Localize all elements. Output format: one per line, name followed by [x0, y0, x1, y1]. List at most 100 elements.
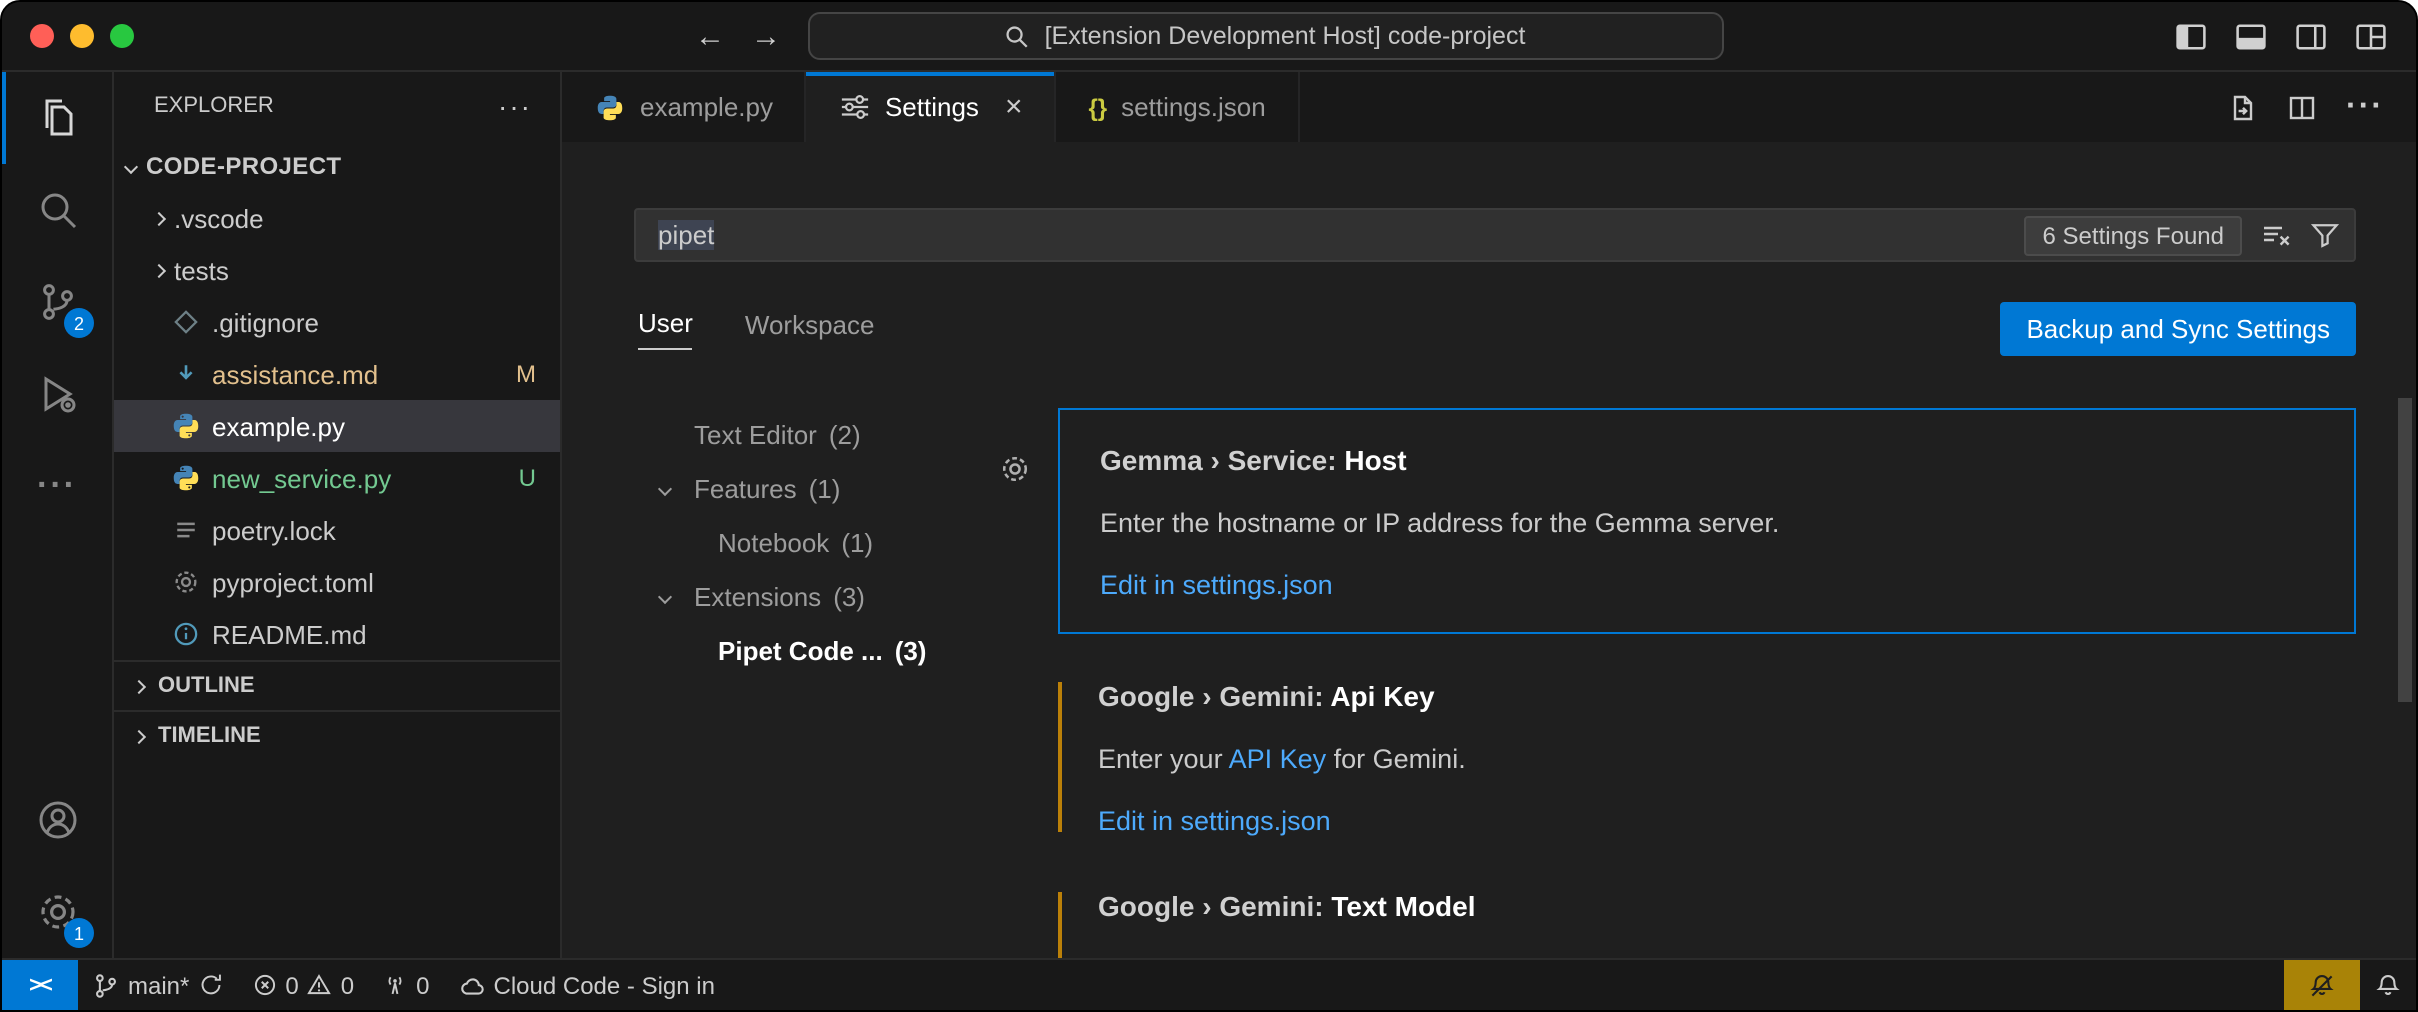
lock-file-icon: [170, 514, 202, 546]
setting-gear-icon[interactable]: [998, 452, 1032, 496]
customize-layout-icon[interactable]: [2354, 19, 2388, 53]
toggle-panel-icon[interactable]: [2234, 19, 2268, 53]
go-back-button[interactable]: ←: [695, 21, 725, 51]
toc-notebook[interactable]: Notebook (1): [642, 516, 1026, 570]
cloud-icon: [458, 971, 486, 999]
setting-category: Google › Gemini:: [1098, 890, 1331, 922]
warning-icon: [307, 972, 333, 998]
setting-google-gemini-api-key[interactable]: Google › Gemini: Api Key Enter your API …: [1058, 678, 2356, 836]
zoom-window-button[interactable]: [110, 24, 134, 48]
setting-gemma-service-host[interactable]: Gemma › Service: Host Enter the hostname…: [1058, 408, 2356, 634]
radio-tower-icon: [382, 972, 408, 998]
git-branch-status[interactable]: main*: [78, 960, 237, 1010]
do-not-disturb-status[interactable]: [2284, 960, 2360, 1010]
activity-more[interactable]: ···: [2, 440, 112, 532]
tree-file-gitignore[interactable]: .gitignore: [114, 296, 560, 348]
settings-search-input[interactable]: pipet 6 Settings Found: [634, 208, 2356, 262]
settings-sliders-icon: [839, 91, 871, 123]
chevron-right-icon: [152, 211, 166, 225]
edit-in-settings-json-link[interactable]: Edit in settings.json: [1098, 806, 2316, 836]
open-settings-json-icon[interactable]: [2226, 91, 2258, 123]
timeline-section-header[interactable]: TIMELINE: [114, 710, 560, 760]
error-icon: [251, 972, 277, 998]
toc-label: Notebook: [718, 528, 829, 558]
description-text: Enter your: [1098, 744, 1229, 774]
activity-run-debug[interactable]: [2, 348, 112, 440]
tab-example-py[interactable]: example.py: [562, 72, 807, 142]
more-actions-icon[interactable]: ···: [2346, 89, 2384, 125]
more-icon: ···: [37, 466, 77, 506]
setting-name: Text Model: [1331, 890, 1475, 922]
setting-name: Api Key: [1330, 680, 1434, 712]
setting-google-gemini-text-model[interactable]: Google › Gemini: Text Model: [1058, 888, 2356, 924]
ports-count: 0: [416, 971, 429, 999]
toml-gear-icon: [170, 566, 202, 598]
toc-label: Extensions: [694, 582, 821, 612]
activity-settings[interactable]: 1: [2, 866, 112, 958]
backup-sync-settings-button[interactable]: Backup and Sync Settings: [2000, 302, 2356, 356]
edit-in-settings-json-link[interactable]: Edit in settings.json: [1100, 570, 2314, 600]
activity-explorer[interactable]: [2, 72, 112, 164]
settings-body: Text Editor (2) Features (1) Notebook (1…: [642, 408, 2356, 924]
command-center-label: [Extension Development Host] code-projec…: [1045, 22, 1526, 50]
setting-category: Google › Gemini:: [1098, 680, 1330, 712]
problems-status[interactable]: 0 0: [237, 960, 368, 1010]
ports-status[interactable]: 0: [368, 960, 443, 1010]
toc-text-editor[interactable]: Text Editor (2): [642, 408, 1026, 462]
file-label: new_service.py: [212, 463, 391, 493]
tree-file-poetry-lock[interactable]: poetry.lock: [114, 504, 560, 556]
description-text: for Gemini.: [1326, 744, 1466, 774]
git-status-badge: M: [516, 360, 536, 388]
close-window-button[interactable]: [30, 24, 54, 48]
command-center[interactable]: [Extension Development Host] code-projec…: [807, 12, 1723, 60]
tab-label: settings.json: [1121, 92, 1266, 122]
activity-search[interactable]: [2, 164, 112, 256]
settings-editor: pipet 6 Settings Found User Workspace Ba…: [562, 142, 2416, 958]
activity-accounts[interactable]: [2, 774, 112, 866]
tree-file-readme-md[interactable]: README.md: [114, 608, 560, 660]
filter-icon[interactable]: [2310, 220, 2340, 250]
activity-source-control[interactable]: 2: [2, 256, 112, 348]
settings-badge: 1: [64, 918, 94, 948]
outline-section-header[interactable]: OUTLINE: [114, 660, 560, 710]
tree-root-code-project[interactable]: CODE-PROJECT: [114, 140, 560, 192]
workbench: 2 ··· 1 EXPLORER ···: [2, 72, 2416, 958]
explorer-more-actions[interactable]: ···: [498, 90, 532, 122]
editor-group: example.py Settings × {} settings.json ·…: [562, 72, 2416, 958]
account-icon: [33, 796, 81, 844]
clear-search-filters-icon[interactable]: [2260, 219, 2292, 251]
toc-features[interactable]: Features (1): [642, 462, 1026, 516]
vertical-scrollbar[interactable]: [2398, 398, 2412, 702]
setting-description: Enter the hostname or IP address for the…: [1100, 506, 2314, 542]
toggle-primary-sidebar-icon[interactable]: [2174, 19, 2208, 53]
file-label: poetry.lock: [212, 515, 336, 545]
scope-tab-workspace[interactable]: Workspace: [745, 309, 875, 349]
toc-extensions[interactable]: Extensions (3): [642, 570, 1026, 624]
tree-file-example-py[interactable]: example.py: [114, 400, 560, 452]
tree-folder-vscode[interactable]: .vscode: [114, 192, 560, 244]
vscode-window: ← → [Extension Development Host] code-pr…: [0, 0, 2418, 1012]
tab-settings[interactable]: Settings ×: [807, 72, 1057, 142]
tree-file-assistance-md[interactable]: assistance.md M: [114, 348, 560, 400]
split-editor-icon[interactable]: [2286, 91, 2318, 123]
notifications-bell[interactable]: [2360, 960, 2416, 1010]
cloud-code-status[interactable]: Cloud Code - Sign in: [444, 960, 729, 1010]
git-status-badge: U: [519, 464, 536, 492]
minimize-window-button[interactable]: [70, 24, 94, 48]
tab-settings-json[interactable]: {} settings.json: [1056, 72, 1299, 142]
api-key-link[interactable]: API Key: [1229, 744, 1327, 774]
folder-label: tests: [174, 255, 229, 285]
tree-file-new-service-py[interactable]: new_service.py U: [114, 452, 560, 504]
toggle-secondary-sidebar-icon[interactable]: [2294, 19, 2328, 53]
close-tab-icon[interactable]: ×: [1005, 92, 1023, 122]
title-bar: ← → [Extension Development Host] code-pr…: [2, 2, 2416, 72]
scope-tab-user[interactable]: User: [638, 308, 693, 350]
go-forward-button[interactable]: →: [751, 21, 781, 51]
remote-indicator[interactable]: ><: [2, 960, 78, 1010]
toc-label: Pipet Code ...: [718, 636, 883, 666]
tree-folder-tests[interactable]: tests: [114, 244, 560, 296]
tree-file-pyproject-toml[interactable]: pyproject.toml: [114, 556, 560, 608]
file-label: example.py: [212, 411, 345, 441]
setting-title: Google › Gemini: Text Model: [1098, 888, 2316, 924]
toc-pipet-code[interactable]: Pipet Code ... (3): [642, 624, 1026, 678]
